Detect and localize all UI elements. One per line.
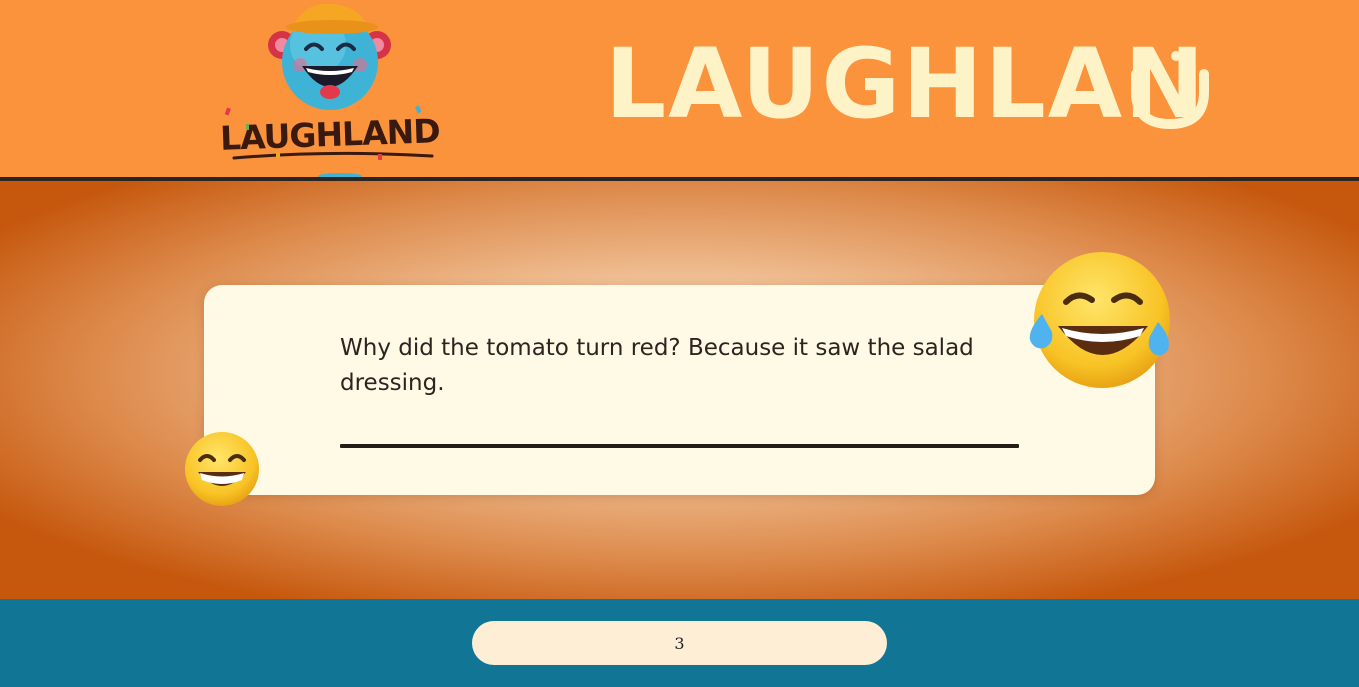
joke-divider: [340, 444, 1019, 448]
tears-of-joy-icon: [1029, 252, 1170, 388]
page-number-pill[interactable]: 3: [472, 621, 887, 665]
joke-text: Why did the tomato turn red? Because it …: [340, 335, 974, 396]
header: LAUGHLAND LAUGHLAN: [0, 0, 1359, 181]
laughland-logo: LAUGHLAND: [220, 3, 440, 177]
page-number: 3: [674, 633, 685, 653]
footer: 3: [0, 599, 1359, 687]
smile-o-icon: [1131, 51, 1209, 130]
joke-card: Why did the tomato turn red? Because it …: [204, 285, 1155, 495]
brand-title: LAUGHLAN: [605, 28, 1207, 140]
grinning-icon: [185, 432, 259, 506]
svg-text:LAUGHLAND: LAUGHLAND: [220, 111, 440, 158]
